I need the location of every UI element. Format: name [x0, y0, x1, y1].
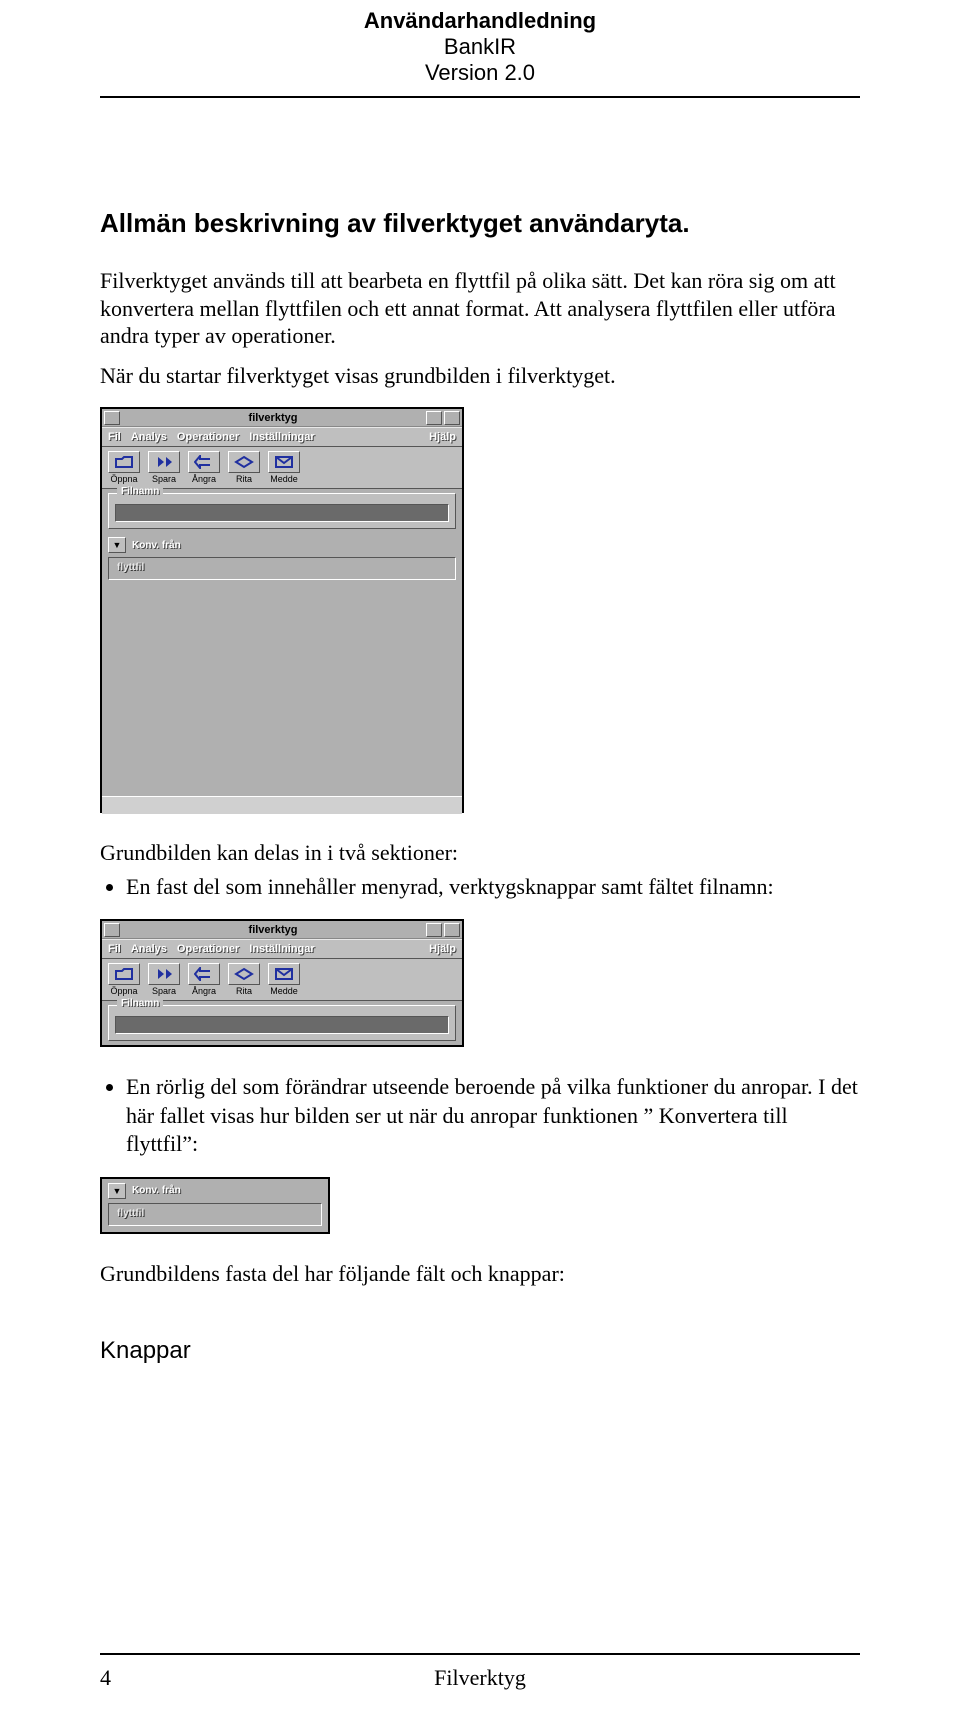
bullet-list: En rörlig del som förändrar utseende ber…	[100, 1073, 860, 1159]
paragraph: Filverktyget används till att bearbeta e…	[100, 267, 860, 350]
menu-fil[interactable]: Fil	[108, 943, 121, 955]
message-icon	[268, 451, 300, 473]
menu-operationer[interactable]: Operationer	[177, 943, 239, 955]
list-item: En rörlig del som förändrar utseende ber…	[126, 1073, 860, 1159]
toolbar-label: Öppna	[110, 474, 137, 484]
toolbar-open-button[interactable]: Öppna	[104, 449, 144, 486]
menu-bar: Fil Analys Operationer Inställningar Hjä…	[102, 427, 462, 447]
menu-installningar[interactable]: Inställningar	[249, 431, 314, 443]
toolbar: Öppna Spara Ångra Rita Medde	[102, 959, 462, 1001]
draw-icon	[228, 451, 260, 473]
save-icon	[148, 963, 180, 985]
toolbar-label: Öppna	[110, 986, 137, 996]
toolbar-label: Ångra	[192, 474, 216, 484]
konv-dropdown-button[interactable]: ▼	[108, 537, 126, 553]
system-menu-button[interactable]	[104, 923, 120, 937]
maximize-button[interactable]	[444, 411, 460, 425]
menu-fil[interactable]: Fil	[108, 431, 121, 443]
menu-analys[interactable]: Analys	[131, 943, 167, 955]
konv-label: Konv. från	[132, 1185, 181, 1196]
page-footer: 4 Filverktyg	[100, 1653, 860, 1721]
maximize-button[interactable]	[444, 923, 460, 937]
page-header: Användarhandledning BankIR Version 2.0	[100, 0, 860, 98]
toolbar-undo-button[interactable]: Ångra	[184, 449, 224, 486]
open-icon	[108, 963, 140, 985]
toolbar-label: Rita	[236, 986, 252, 996]
toolbar-save-button[interactable]: Spara	[144, 449, 184, 486]
paragraph: Grundbilden kan delas in i två sektioner…	[100, 839, 860, 867]
header-product: BankIR	[100, 34, 860, 60]
window-body	[102, 586, 462, 796]
toolbar-label: Medde	[270, 474, 298, 484]
filnamn-group: Filnamn	[108, 1005, 456, 1041]
list-item: En fast del som innehåller menyrad, verk…	[126, 873, 860, 902]
figure-header-section: filverktyg Fil Analys Operationer Instäl…	[100, 919, 464, 1047]
message-icon	[268, 963, 300, 985]
toolbar-label: Spara	[152, 986, 176, 996]
filnamn-group: Filnamn	[108, 493, 456, 529]
menu-hjalp[interactable]: Hjälp	[429, 431, 456, 443]
konv-row: ▼ Konv. från	[102, 1179, 328, 1201]
minimize-button[interactable]	[426, 411, 442, 425]
save-icon	[148, 451, 180, 473]
filetype-box: flyttfil	[108, 557, 456, 580]
filnamn-label: Filnamn	[117, 998, 163, 1009]
konv-label: Konv. från	[132, 540, 181, 551]
header-title: Användarhandledning	[100, 8, 860, 34]
filetype-value: flyttfil	[117, 562, 447, 573]
bullet-list: En fast del som innehåller menyrad, verk…	[100, 873, 860, 902]
menu-bar: Fil Analys Operationer Inställningar Hjä…	[102, 939, 462, 959]
toolbar-open-button[interactable]: Öppna	[104, 961, 144, 998]
figure-konv-section: ▼ Konv. från flyttfil	[100, 1177, 330, 1234]
window-title: filverktyg	[122, 412, 424, 424]
filnamn-label: Filnamn	[117, 486, 163, 497]
toolbar-save-button[interactable]: Spara	[144, 961, 184, 998]
paragraph: När du startar filverktyget visas grundb…	[100, 362, 860, 390]
window-titlebar: filverktyg	[102, 921, 462, 939]
toolbar-draw-button[interactable]: Rita	[224, 961, 264, 998]
menu-analys[interactable]: Analys	[131, 431, 167, 443]
toolbar-label: Ångra	[192, 986, 216, 996]
menu-operationer[interactable]: Operationer	[177, 431, 239, 443]
undo-icon	[188, 451, 220, 473]
figure-full-window: filverktyg Fil Analys Operationer Instäl…	[100, 407, 464, 813]
open-icon	[108, 451, 140, 473]
draw-icon	[228, 963, 260, 985]
subsection-title: Knappar	[100, 1337, 860, 1365]
system-menu-button[interactable]	[104, 411, 120, 425]
toolbar-message-button[interactable]: Medde	[264, 449, 304, 486]
toolbar-draw-button[interactable]: Rita	[224, 449, 264, 486]
status-bar	[102, 796, 462, 814]
konv-dropdown-button[interactable]: ▼	[108, 1183, 126, 1199]
toolbar: Öppna Spara Ångra Rita Medde	[102, 447, 462, 489]
filnamn-input[interactable]	[115, 504, 449, 522]
toolbar-label: Medde	[270, 986, 298, 996]
konv-row: ▼ Konv. från	[102, 533, 462, 555]
toolbar-label: Rita	[236, 474, 252, 484]
section-title: Allmän beskrivning av filverktyget använ…	[100, 208, 860, 239]
page-content: Allmän beskrivning av filverktyget använ…	[100, 98, 860, 1653]
window-titlebar: filverktyg	[102, 409, 462, 427]
menu-installningar[interactable]: Inställningar	[249, 943, 314, 955]
toolbar-undo-button[interactable]: Ångra	[184, 961, 224, 998]
header-version: Version 2.0	[100, 60, 860, 86]
filnamn-input[interactable]	[115, 1016, 449, 1034]
menu-hjalp[interactable]: Hjälp	[429, 943, 456, 955]
minimize-button[interactable]	[426, 923, 442, 937]
footer-center: Filverktyg	[100, 1665, 860, 1691]
toolbar-label: Spara	[152, 474, 176, 484]
undo-icon	[188, 963, 220, 985]
filetype-value: flyttfil	[117, 1208, 313, 1219]
paragraph: Grundbildens fasta del har följande fält…	[100, 1260, 860, 1288]
toolbar-message-button[interactable]: Medde	[264, 961, 304, 998]
filetype-box: flyttfil	[108, 1203, 322, 1226]
window-title: filverktyg	[122, 924, 424, 936]
